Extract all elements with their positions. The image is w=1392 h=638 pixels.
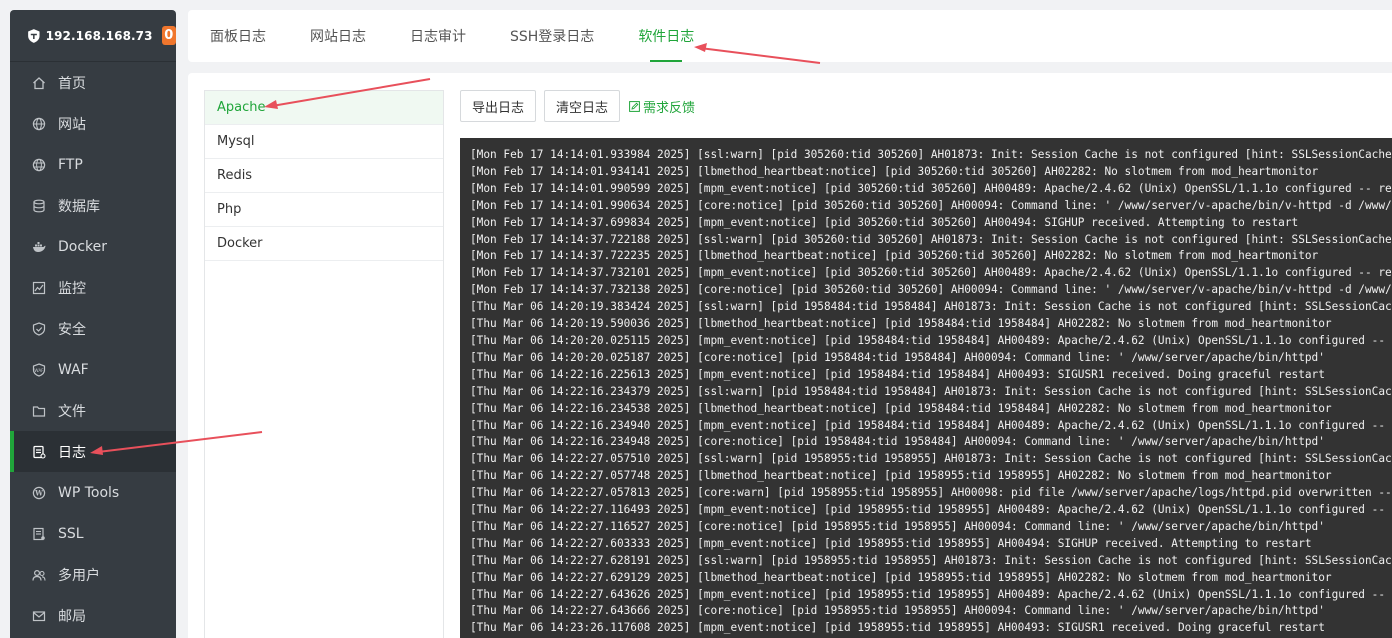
server-shield-icon: [28, 28, 40, 43]
log-line: [Thu Mar 06 14:22:27.628191 2025] [ssl:w…: [470, 553, 1392, 567]
notification-badge[interactable]: 0: [161, 26, 176, 45]
tab-software-log[interactable]: 软件日志: [638, 10, 694, 62]
log-line: [Thu Mar 06 14:20:20.025187 2025] [core:…: [470, 350, 1325, 364]
log-line: [Thu Mar 06 14:22:16.234538 2025] [lbmet…: [470, 401, 1332, 415]
log-line: [Thu Mar 06 14:23:26.117608 2025] [mpm_e…: [470, 621, 1325, 635]
log-line: [Thu Mar 06 14:22:27.116493 2025] [mpm_e…: [470, 503, 1392, 517]
monitor-icon: [32, 281, 46, 295]
clear-log-button[interactable]: 清空日志: [544, 90, 621, 122]
sidebar-item-multi-user[interactable]: 多用户: [10, 554, 176, 595]
sidebar-item-logs[interactable]: 日志: [10, 431, 176, 472]
log-line: [Thu Mar 06 14:22:16.234940 2025] [mpm_e…: [470, 418, 1392, 432]
sidebar-item-label: 邮局: [58, 608, 86, 625]
log-console[interactable]: [Mon Feb 17 14:14:01.933984 2025] [ssl:w…: [460, 138, 1392, 638]
tab-website-log[interactable]: 网站日志: [310, 10, 366, 62]
log-actions: 导出日志 清空日志 需求反馈: [460, 90, 695, 122]
sidebar-item-label: 文件: [58, 403, 86, 420]
log-line: [Mon Feb 17 14:14:01.990634 2025] [core:…: [470, 198, 1392, 212]
sidebar: 192.168.168.73 0 首页 网站 FTP 数据库 Docker 监控: [10, 10, 176, 638]
mail-icon: [32, 609, 46, 623]
tab-panel-log[interactable]: 面板日志: [210, 10, 266, 62]
ftp-globe-icon: [32, 158, 46, 172]
sidebar-item-mail[interactable]: 邮局: [10, 595, 176, 636]
sidebar-item-label: SSL: [58, 525, 84, 542]
home-icon: [32, 76, 46, 90]
ssl-certificate-icon: [32, 527, 46, 541]
log-line: [Thu Mar 06 14:20:19.590036 2025] [lbmet…: [470, 317, 1332, 331]
sidebar-item-label: 安全: [58, 321, 86, 338]
sidebar-item-monitor[interactable]: 监控: [10, 267, 176, 308]
log-type-tabs: 面板日志 网站日志 日志审计 SSH登录日志 软件日志: [188, 10, 1392, 62]
log-line: [Mon Feb 17 14:14:37.722235 2025] [lbmet…: [470, 249, 1319, 263]
sidebar-menu: 首页 网站 FTP 数据库 Docker 监控 安全 WAF WAF 文件 日志…: [10, 62, 176, 636]
svg-text:W: W: [34, 488, 43, 497]
sidebar-item-label: 日志: [58, 444, 86, 461]
log-line: [Thu Mar 06 14:22:16.225613 2025] [mpm_e…: [470, 367, 1325, 381]
log-line: [Thu Mar 06 14:22:27.116527 2025] [core:…: [470, 519, 1325, 533]
log-line: [Mon Feb 17 14:14:01.934141 2025] [lbmet…: [470, 164, 1319, 178]
sidebar-item-database[interactable]: 数据库: [10, 185, 176, 226]
software-item-apache[interactable]: Apache: [205, 91, 443, 125]
sidebar-item-label: 首页: [58, 75, 86, 92]
log-line: [Mon Feb 17 14:14:37.699834 2025] [mpm_e…: [470, 215, 1299, 229]
log-line: [Mon Feb 17 14:14:37.732101 2025] [mpm_e…: [470, 266, 1392, 280]
log-line: [Thu Mar 06 14:22:27.057748 2025] [lbmet…: [470, 469, 1332, 483]
feedback-label: 需求反馈: [643, 100, 696, 116]
svg-text:WAF: WAF: [34, 367, 44, 372]
sidebar-item-docker[interactable]: Docker: [10, 226, 176, 267]
database-icon: [32, 199, 46, 213]
software-item-docker[interactable]: Docker: [205, 227, 443, 261]
export-log-button[interactable]: 导出日志: [460, 90, 537, 122]
sidebar-item-label: 数据库: [58, 198, 100, 215]
software-item-redis[interactable]: Redis: [205, 159, 443, 193]
sidebar-header: 192.168.168.73 0: [10, 10, 176, 62]
waf-shield-icon: WAF: [32, 362, 46, 377]
wordpress-icon: W: [32, 486, 46, 500]
log-line: [Mon Feb 17 14:14:37.732138 2025] [core:…: [470, 283, 1392, 297]
sidebar-item-label: WAF: [58, 361, 89, 378]
log-line: [Mon Feb 17 14:14:37.722188 2025] [ssl:w…: [470, 232, 1392, 246]
software-list: Apache Mysql Redis Php Docker: [204, 90, 444, 638]
sidebar-item-label: WP Tools: [58, 484, 120, 501]
software-log-panel: Apache Mysql Redis Php Docker 导出日志 清空日志 …: [188, 73, 1392, 638]
sidebar-item-files[interactable]: 文件: [10, 390, 176, 431]
software-item-php[interactable]: Php: [205, 193, 443, 227]
log-line: [Mon Feb 17 14:14:01.933984 2025] [ssl:w…: [470, 148, 1392, 161]
users-icon: [32, 568, 46, 582]
log-line: [Thu Mar 06 14:22:27.057510 2025] [ssl:w…: [470, 452, 1392, 466]
sidebar-item-website[interactable]: 网站: [10, 103, 176, 144]
sidebar-item-home[interactable]: 首页: [10, 62, 176, 103]
log-line: [Thu Mar 06 14:22:16.234948 2025] [core:…: [470, 435, 1325, 449]
log-line: [Mon Feb 17 14:14:01.990599 2025] [mpm_e…: [470, 181, 1392, 195]
sidebar-item-ftp[interactable]: FTP: [10, 144, 176, 185]
sidebar-item-waf[interactable]: WAF WAF: [10, 349, 176, 390]
log-line: [Thu Mar 06 14:22:16.234379 2025] [ssl:w…: [470, 384, 1392, 398]
tab-ssh-login-log[interactable]: SSH登录日志: [510, 10, 594, 62]
edit-icon: [629, 100, 640, 112]
software-item-mysql[interactable]: Mysql: [205, 125, 443, 159]
log-line: [Thu Mar 06 14:22:27.643626 2025] [mpm_e…: [470, 587, 1392, 601]
sidebar-item-label: 网站: [58, 116, 86, 133]
feedback-link[interactable]: 需求反馈: [629, 97, 695, 116]
log-line: [Thu Mar 06 14:20:19.383424 2025] [ssl:w…: [470, 300, 1392, 314]
docker-icon: [32, 240, 46, 254]
folder-icon: [32, 404, 46, 418]
sidebar-item-label: 监控: [58, 280, 86, 297]
log-line: [Thu Mar 06 14:20:20.025115 2025] [mpm_e…: [470, 333, 1392, 347]
sidebar-item-security[interactable]: 安全: [10, 308, 176, 349]
log-line: [Thu Mar 06 14:22:27.603333 2025] [mpm_e…: [470, 536, 1312, 550]
sidebar-item-ssl[interactable]: SSL: [10, 513, 176, 554]
log-icon: [32, 445, 46, 459]
sidebar-item-label: 多用户: [58, 567, 100, 584]
server-ip[interactable]: 192.168.168.73: [46, 29, 153, 43]
sidebar-item-wp-tools[interactable]: W WP Tools: [10, 472, 176, 513]
log-line: [Thu Mar 06 14:22:27.629129 2025] [lbmet…: [470, 570, 1332, 584]
globe-icon: [32, 117, 46, 131]
log-line: [Thu Mar 06 14:22:27.643666 2025] [core:…: [470, 604, 1325, 618]
log-line: [Thu Mar 06 14:22:27.057813 2025] [core:…: [470, 486, 1392, 500]
tab-log-audit[interactable]: 日志审计: [410, 10, 466, 62]
sidebar-item-label: FTP: [58, 156, 83, 173]
shield-icon: [32, 321, 46, 336]
sidebar-item-label: Docker: [58, 238, 108, 255]
